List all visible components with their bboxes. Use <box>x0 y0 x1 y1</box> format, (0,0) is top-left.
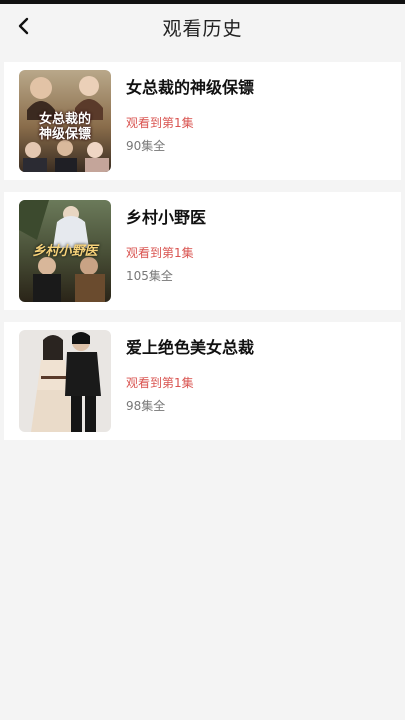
watch-progress: 观看到第1集 <box>126 376 194 390</box>
item-info: 爱上绝色美女总裁 观看到第1集 98集全 <box>126 330 401 432</box>
poster-image <box>19 330 111 432</box>
drama-title: 爱上绝色美女总裁 <box>126 338 255 357</box>
episode-count: 98集全 <box>126 399 166 413</box>
history-list: 女总裁的 神级保镖 女总裁的神级保镖 观看到第1集 90集全 乡村小野医 乡村小… <box>0 50 405 440</box>
history-item[interactable]: 女总裁的 神级保镖 女总裁的神级保镖 观看到第1集 90集全 <box>4 62 401 180</box>
item-info: 乡村小野医 观看到第1集 105集全 <box>126 200 401 302</box>
drama-title: 乡村小野医 <box>126 208 207 227</box>
history-item[interactable]: 爱上绝色美女总裁 观看到第1集 98集全 <box>4 322 401 440</box>
item-info: 女总裁的神级保镖 观看到第1集 90集全 <box>126 70 401 172</box>
watch-progress: 观看到第1集 <box>126 246 194 260</box>
page-title: 观看历史 <box>162 17 243 40</box>
top-bar: 观看历史 <box>0 4 405 50</box>
poster-title-line-2: 神级保镖 <box>38 127 91 142</box>
chevron-left-icon <box>18 17 29 35</box>
episode-count: 90集全 <box>126 139 166 153</box>
poster-image: 女总裁的 神级保镖 <box>19 70 111 172</box>
poster-image: 乡村小野医 <box>19 200 111 302</box>
poster-title: 乡村小野医 <box>32 244 98 259</box>
history-item[interactable]: 乡村小野医 乡村小野医 观看到第1集 105集全 <box>4 192 401 310</box>
back-button[interactable] <box>10 12 38 40</box>
drama-title: 女总裁的神级保镖 <box>126 78 255 97</box>
watch-progress: 观看到第1集 <box>126 116 194 130</box>
episode-count: 105集全 <box>126 269 173 283</box>
